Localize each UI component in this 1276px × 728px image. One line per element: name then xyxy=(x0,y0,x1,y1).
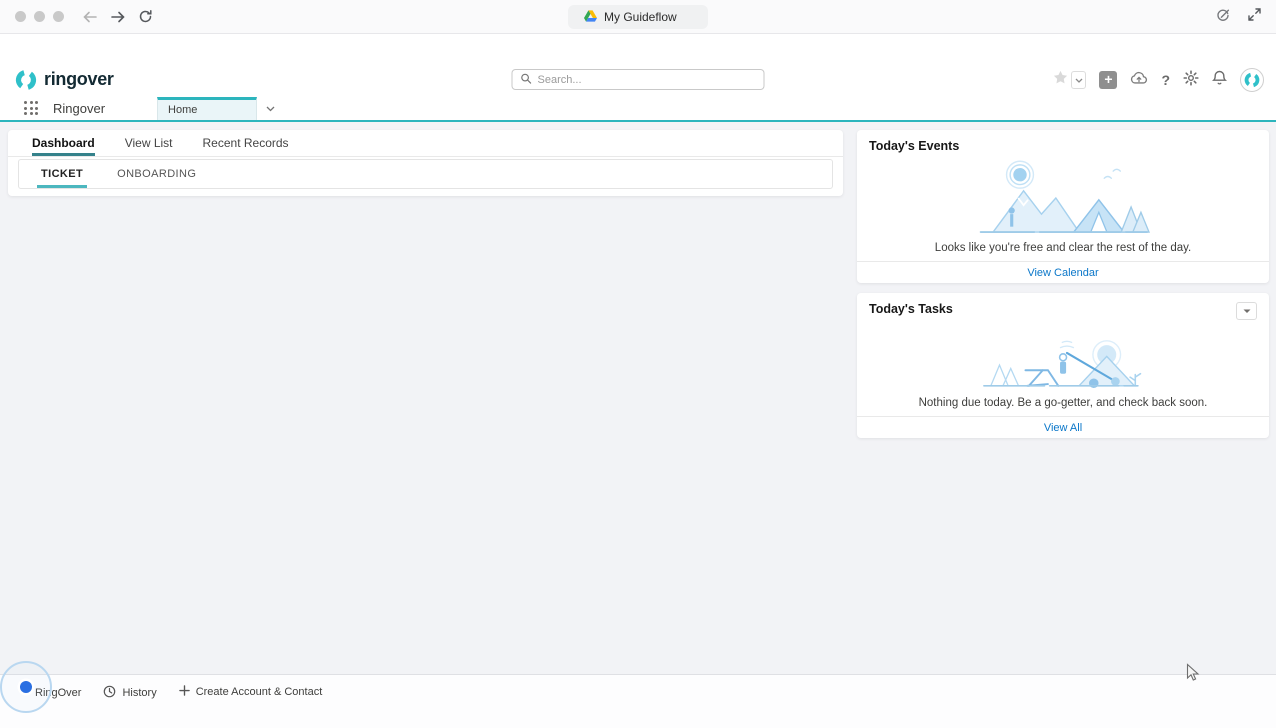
ringover-logo-icon xyxy=(15,69,37,91)
view-all-link[interactable]: View All xyxy=(1044,422,1082,434)
global-search[interactable] xyxy=(512,69,765,90)
tab-view-list-label: View List xyxy=(125,136,173,150)
browser-forward-icon[interactable] xyxy=(110,10,126,24)
user-avatar[interactable] xyxy=(1240,68,1264,92)
drive-icon xyxy=(584,10,597,25)
events-empty-text: Looks like you're free and clear the res… xyxy=(857,242,1269,261)
fullscreen-icon[interactable] xyxy=(1247,7,1262,27)
tab-recent-records-label: Recent Records xyxy=(203,136,289,150)
window-controls[interactable] xyxy=(15,11,64,22)
utility-create-label: Create Account & Contact xyxy=(196,686,323,698)
tab-dashboard-label: Dashboard xyxy=(32,136,95,150)
subtab-ticket-label: TICKET xyxy=(41,168,83,180)
window-minimize-dot[interactable] xyxy=(34,11,45,22)
events-card-title: Today's Events xyxy=(869,139,959,153)
tab-dashboard[interactable]: Dashboard xyxy=(32,130,95,156)
nav-tab-dropdown-icon[interactable] xyxy=(257,97,283,120)
search-icon xyxy=(521,71,532,89)
subtab-onboarding-label: ONBOARDING xyxy=(117,168,196,180)
help-icon[interactable]: ? xyxy=(1161,72,1170,88)
browser-back-icon[interactable] xyxy=(82,10,98,24)
subtab-ticket[interactable]: TICKET xyxy=(41,160,83,188)
browser-tab[interactable]: My Guideflow xyxy=(568,5,708,29)
dashboard-subtabs: TICKET ONBOARDING xyxy=(18,159,833,189)
tab-view-list[interactable]: View List xyxy=(125,130,173,156)
share-link-icon[interactable] xyxy=(1215,7,1231,27)
plus-icon xyxy=(179,685,190,699)
page-content: Dashboard View List Recent Records TICKE… xyxy=(0,122,1276,674)
nav-tab-home[interactable]: Home xyxy=(157,97,257,120)
app-name: Ringover xyxy=(53,101,105,116)
subtab-onboarding[interactable]: ONBOARDING xyxy=(117,160,196,188)
utility-create-account-contact[interactable]: Create Account & Contact xyxy=(168,683,334,701)
favorites-dropdown-icon[interactable] xyxy=(1071,71,1086,89)
dashboard-card: Dashboard View List Recent Records TICKE… xyxy=(8,130,843,196)
app-launcher-icon[interactable] xyxy=(24,101,39,116)
todays-events-card: Today's Events Looks like yo xyxy=(857,130,1269,283)
app-nav-bar: Ringover Home xyxy=(0,97,1276,122)
tasks-card-menu-icon[interactable] xyxy=(1236,302,1257,320)
utility-history-label: History xyxy=(122,687,156,699)
utility-ringover-label: RingOver xyxy=(35,687,81,699)
browser-reload-icon[interactable] xyxy=(138,9,153,24)
page-top-spacer xyxy=(0,34,1276,62)
ringover-logo: ringover xyxy=(15,69,114,91)
tab-recent-records[interactable]: Recent Records xyxy=(203,130,289,156)
browser-tab-title: My Guideflow xyxy=(604,10,677,24)
events-empty-illustration xyxy=(973,155,1153,241)
guidance-center-icon[interactable] xyxy=(1130,71,1148,90)
favorites-star-icon[interactable] xyxy=(1052,69,1069,91)
window-close-dot[interactable] xyxy=(15,11,26,22)
notifications-bell-icon[interactable] xyxy=(1212,70,1227,91)
utility-history[interactable]: History xyxy=(92,683,167,703)
avatar-ringover-icon xyxy=(1244,72,1260,88)
search-input[interactable] xyxy=(538,74,756,86)
app-header: ringover + ? xyxy=(0,62,1276,97)
dashboard-tabs: Dashboard View List Recent Records xyxy=(8,130,843,157)
view-calendar-link[interactable]: View Calendar xyxy=(1027,267,1098,279)
todays-tasks-card: Today's Tasks xyxy=(857,293,1269,438)
history-clock-icon xyxy=(103,685,116,701)
global-actions-icon[interactable]: + xyxy=(1099,71,1117,89)
utility-ringover[interactable]: RingOver xyxy=(6,683,92,702)
nav-tab-home-label: Home xyxy=(168,104,197,116)
tasks-empty-illustration xyxy=(976,327,1151,391)
browser-chrome: My Guideflow xyxy=(0,0,1276,34)
utility-bar: RingOver History Create Account & Contac… xyxy=(0,674,1276,728)
setup-gear-icon[interactable] xyxy=(1183,70,1199,91)
tasks-empty-text: Nothing due today. Be a go-getter, and c… xyxy=(857,397,1269,416)
tasks-card-title: Today's Tasks xyxy=(869,302,953,316)
window-zoom-dot[interactable] xyxy=(53,11,64,22)
phone-icon xyxy=(17,685,29,700)
ringover-logo-text: ringover xyxy=(44,69,114,90)
